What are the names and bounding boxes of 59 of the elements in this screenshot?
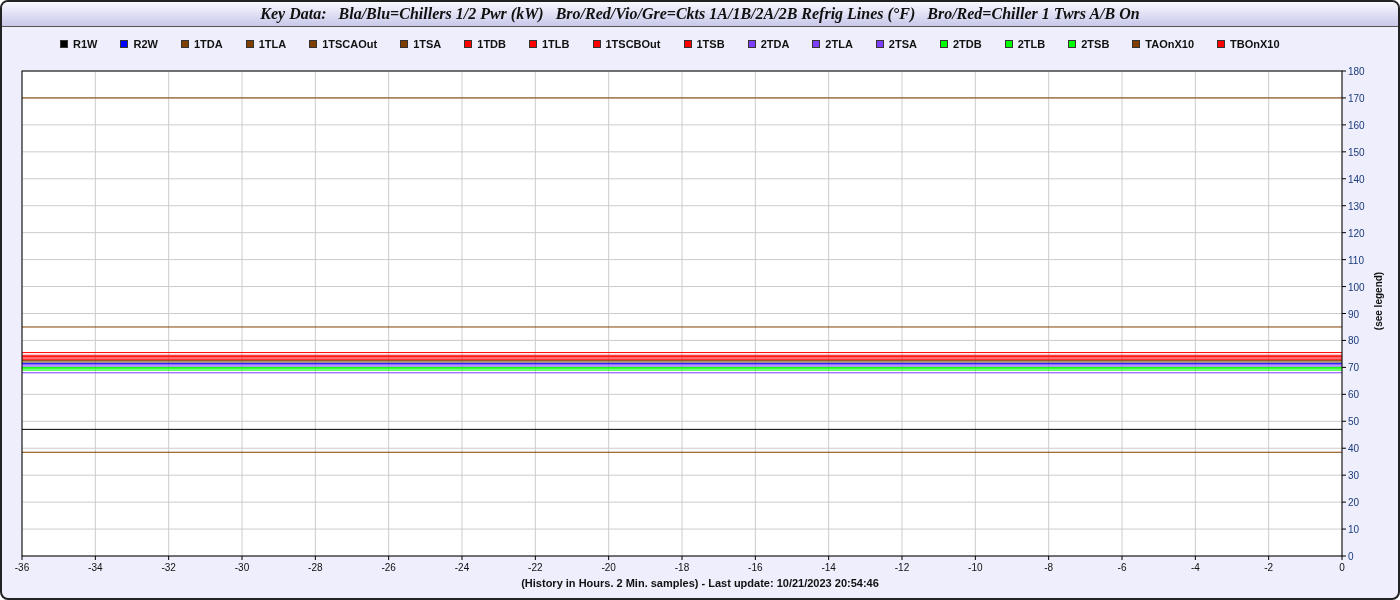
legend-label: 1TLA — [258, 38, 287, 50]
legend-label: 1TDA — [193, 38, 223, 50]
x-axis-label: (History in Hours. 2 Min. samples) - Last update: 10/21/2023 20:54:46 — [521, 577, 879, 589]
y-tick-label: 110 — [1348, 254, 1364, 266]
x-tick-label: -4 — [1190, 562, 1200, 573]
y-tick-label: 60 — [1348, 389, 1360, 401]
legend-label: 1TDB — [477, 38, 506, 50]
x-tick-label: 0 — [1339, 562, 1345, 573]
legend-label: 1TSA — [413, 38, 442, 50]
y-tick-label: 70 — [1348, 362, 1360, 374]
x-tick-label: -6 — [1117, 562, 1127, 573]
legend-label: 2TDB — [953, 38, 982, 50]
x-tick-label: -28 — [308, 562, 323, 573]
legend-label: 2TDA — [760, 38, 790, 50]
x-tick-label: -24 — [454, 562, 470, 573]
legend-label: 1TLB — [542, 38, 570, 50]
x-tick-label: -16 — [748, 562, 763, 573]
x-tick-label: -18 — [674, 562, 690, 573]
y-tick-label: 20 — [1348, 497, 1360, 509]
x-tick-label: -32 — [161, 562, 176, 573]
x-tick-label: -8 — [1044, 562, 1054, 573]
y-tick-label: 0 — [1348, 551, 1354, 562]
y-tick-label: 80 — [1348, 335, 1360, 347]
y-tick-label: 50 — [1348, 416, 1360, 428]
y-tick-label: 10 — [1348, 524, 1360, 536]
x-tick-label: -22 — [528, 562, 543, 573]
y-tick-label: 140 — [1348, 173, 1365, 185]
y-tick-label: 40 — [1348, 443, 1360, 455]
legend-label: 2TSB — [1081, 38, 1110, 50]
legend-label: 2TSA — [888, 38, 917, 50]
legend-label: R2W — [133, 38, 158, 50]
y-tick-label: 130 — [1348, 200, 1365, 212]
legend-label: 2TLB — [1017, 38, 1046, 50]
legend-label: 1TSB — [696, 38, 725, 50]
x-tick-label: -20 — [601, 562, 616, 573]
x-tick-label: -34 — [88, 562, 103, 573]
x-tick-label: -12 — [894, 562, 910, 573]
legend-label: TAOnX10 — [1145, 38, 1195, 50]
x-tick-label: -36 — [14, 562, 30, 573]
x-tick-label: -30 — [234, 562, 250, 573]
y-tick-label: 160 — [1348, 119, 1365, 131]
y-tick-label: 120 — [1348, 227, 1365, 239]
y-tick-label: 30 — [1348, 470, 1360, 482]
y-tick-label: 150 — [1348, 146, 1365, 158]
legend-label: 2TLA — [825, 38, 853, 50]
chart-title: Key Data: Bla/Blu=Chillers 1/2 Pwr (kW) Bro/Red/Vio/Gre=Ckts 1A/1B/2A/2B Refrig Lines (°F) Bro/Red=Chiller 1 Twrs A/B On — [2, 2, 1398, 27]
y-tick-label: 180 — [1348, 66, 1365, 77]
x-tick-label: -14 — [821, 562, 836, 573]
x-tick-label: -2 — [1264, 562, 1274, 573]
y-tick-label: 100 — [1348, 281, 1365, 293]
y-axis-label: (see legend) — [1373, 271, 1384, 331]
y-tick-label: 90 — [1348, 308, 1360, 320]
y-tick-label: 170 — [1348, 92, 1365, 104]
x-tick-label: -10 — [968, 562, 983, 573]
x-tick-label: -26 — [381, 562, 396, 573]
legend-label: TBOnX10 — [1230, 38, 1280, 50]
legend-label: 1TSCBOut — [605, 38, 661, 50]
legend-label: 1TSCAOut — [322, 38, 378, 50]
legend-label: R1W — [73, 38, 98, 50]
